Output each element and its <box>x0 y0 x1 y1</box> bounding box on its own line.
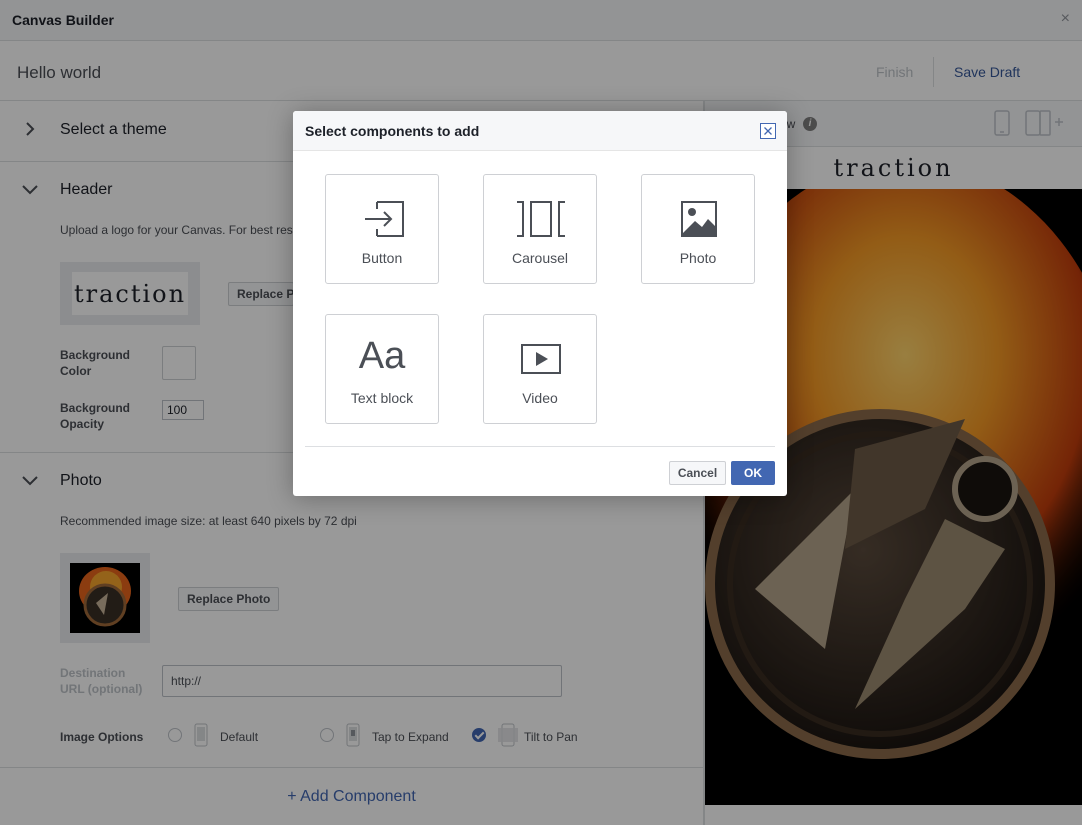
component-tile-label: Text block <box>350 390 414 406</box>
component-tile-label: Button <box>361 250 403 266</box>
dialog-divider <box>305 446 775 447</box>
component-tile-text-block[interactable]: Aa Text block <box>325 314 439 424</box>
dialog-close-icon[interactable] <box>760 123 776 139</box>
video-icon <box>521 344 561 374</box>
component-tile-label: Video <box>522 390 558 406</box>
component-tile-button[interactable]: Button <box>325 174 439 284</box>
button-icon <box>365 201 404 237</box>
ok-button[interactable]: OK <box>731 461 775 485</box>
component-tile-video[interactable]: Video <box>483 314 597 424</box>
dialog-title: Select components to add <box>305 123 480 139</box>
dialog-header: Select components to add <box>293 111 787 151</box>
cancel-button[interactable]: Cancel <box>669 461 726 485</box>
canvas-builder-app: Canvas Builder × Hello world Finish Save… <box>0 0 1082 825</box>
component-tile-label: Photo <box>679 250 717 266</box>
carousel-icon <box>517 201 565 237</box>
component-tile-label: Carousel <box>511 250 569 266</box>
component-tile-carousel[interactable]: Carousel <box>483 174 597 284</box>
photo-icon <box>681 201 717 237</box>
component-tile-photo[interactable]: Photo <box>641 174 755 284</box>
select-components-dialog: Select components to add Button Carousel <box>293 111 787 496</box>
text-block-icon: Aa <box>358 335 406 377</box>
